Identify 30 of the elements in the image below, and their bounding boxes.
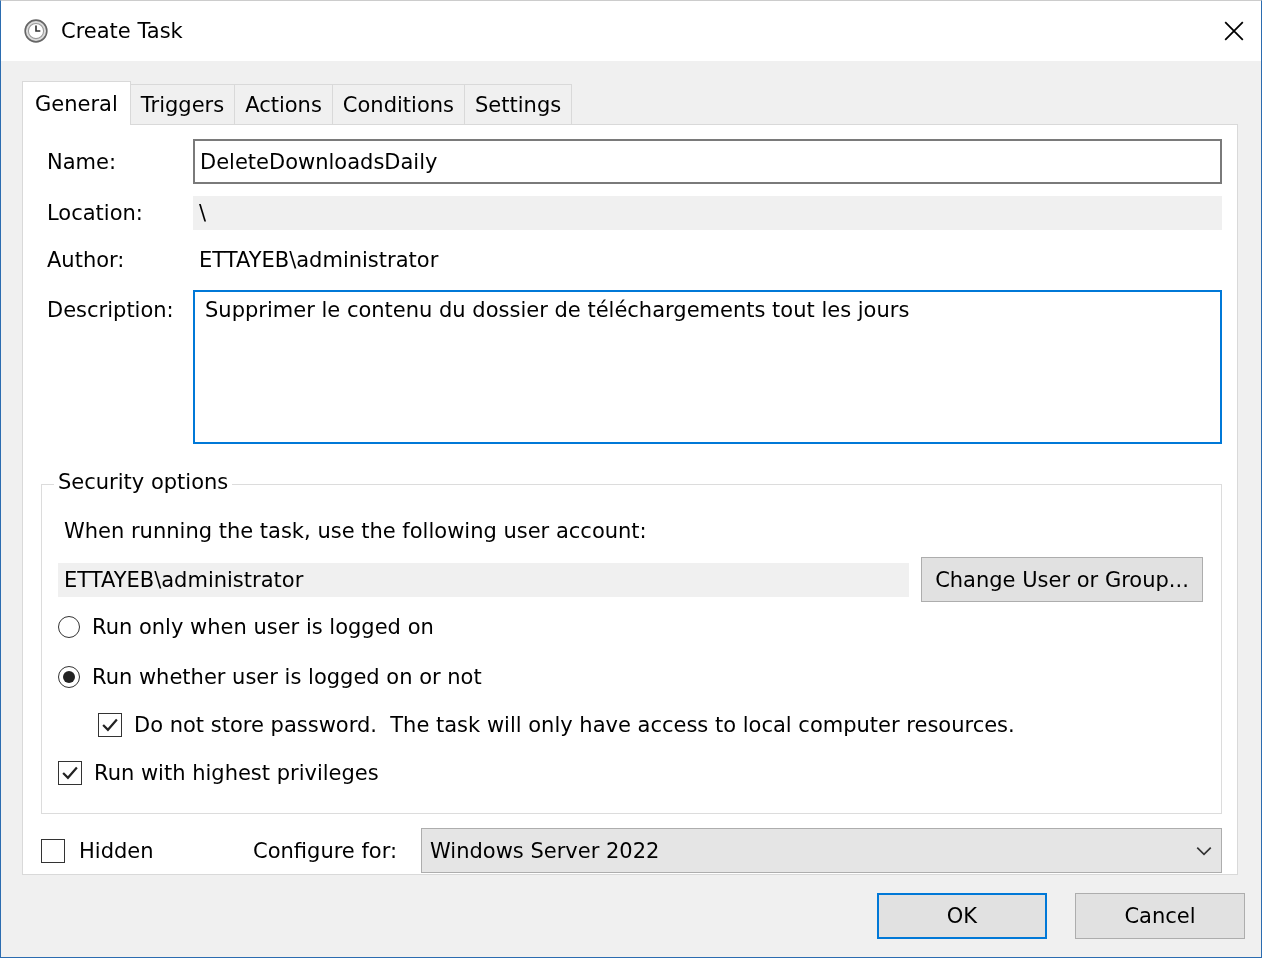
checkbox-label: Hidden xyxy=(79,838,155,863)
checkbox-label: Do not store password. The task will only have access to local computer resources. xyxy=(134,713,1015,737)
name-field[interactable]: DeleteDownloadsDaily xyxy=(193,139,1222,184)
configure-dropdown[interactable]: Windows Server 2022 xyxy=(421,828,1222,873)
radio-label: Run whether user is logged on or not xyxy=(92,665,482,689)
account-prompt: When running the task, use the following user account: xyxy=(64,519,648,545)
window-title: Create Task xyxy=(61,19,184,43)
change-user-button[interactable]: Change User or Group... xyxy=(921,557,1203,602)
field-label: Location: xyxy=(47,201,144,225)
close-icon[interactable] xyxy=(1223,20,1245,42)
clock-icon xyxy=(23,18,49,44)
user-account-field: ETTAYEB\administrator xyxy=(58,562,909,597)
description-field[interactable]: Supprimer le contenu du dossier de téléchargements tout les jours xyxy=(193,290,1222,444)
author-value: ETTAYEB\administrator xyxy=(198,247,440,274)
radio-label: Run only when user is logged on xyxy=(92,615,434,639)
checkbox[interactable] xyxy=(58,761,82,785)
checkbox[interactable] xyxy=(98,713,122,737)
group-title: Security options xyxy=(54,470,233,494)
field-label: Name: xyxy=(47,149,118,174)
checkbox[interactable] xyxy=(41,838,65,863)
field-label: Description: xyxy=(47,297,175,322)
tab[interactable]: General xyxy=(22,81,131,125)
field-label: Configure for: xyxy=(253,838,399,863)
dialog-button[interactable]: OK xyxy=(877,893,1047,939)
dialog-button[interactable]: Cancel xyxy=(1075,893,1245,939)
checkbox-label: Run with highest privileges xyxy=(94,761,379,785)
location-field: \ xyxy=(193,196,1222,230)
field-label: Author: xyxy=(47,248,126,272)
tab[interactable]: Settings xyxy=(464,84,573,124)
chevron-down-icon xyxy=(1195,844,1213,857)
